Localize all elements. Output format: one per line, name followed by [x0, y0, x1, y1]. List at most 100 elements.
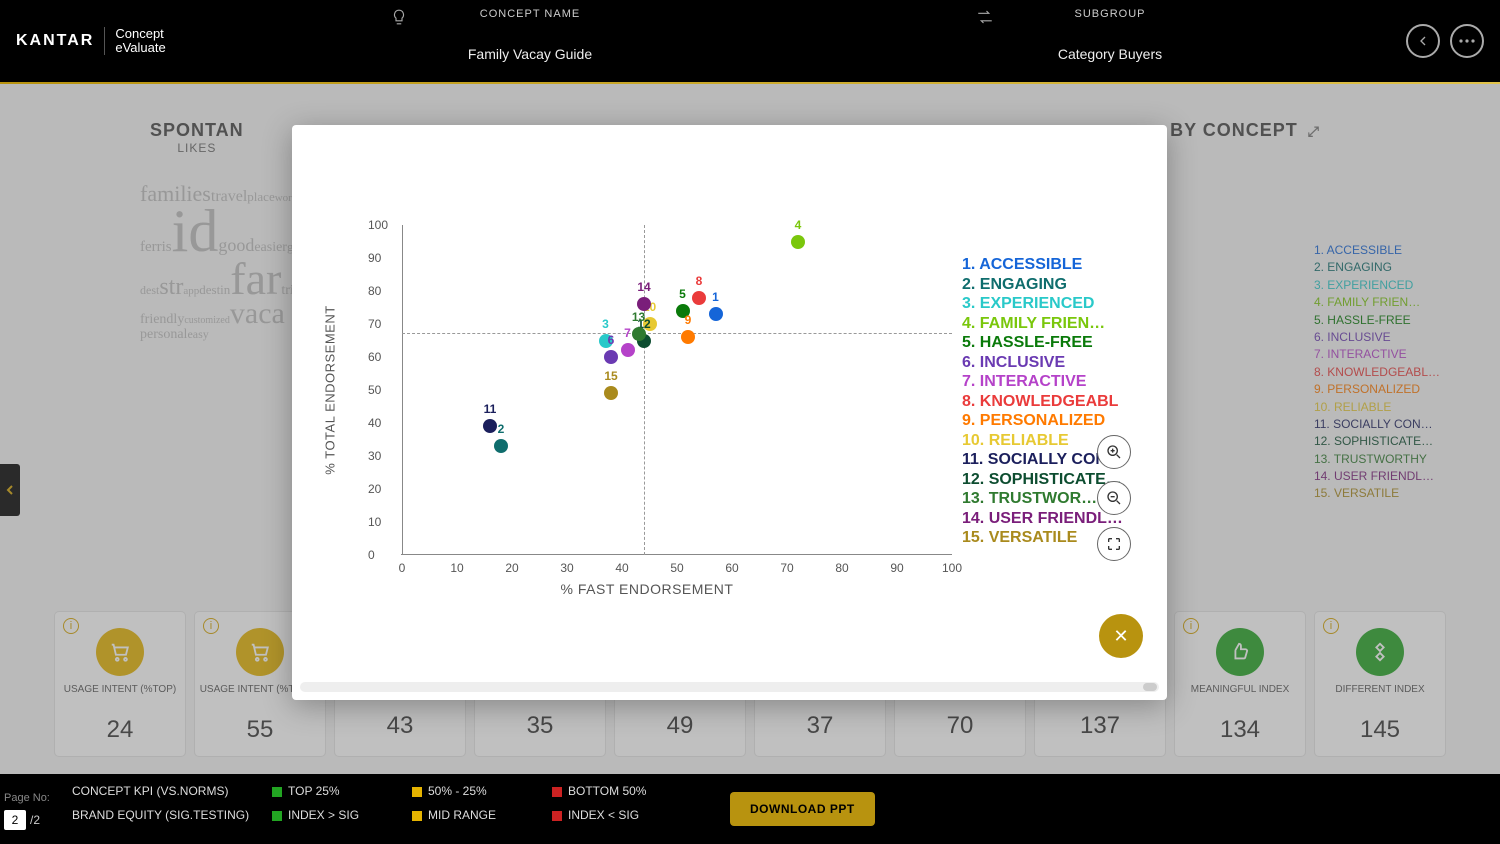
scatter-chart: % TOTAL ENDORSEMENT % FAST ENDORSEMENT 0… [342, 225, 952, 555]
x-tick: 40 [615, 561, 628, 575]
scatter-point[interactable] [621, 343, 635, 357]
scatter-point-label: 14 [637, 280, 650, 294]
scatter-point[interactable] [494, 439, 508, 453]
scatter-point[interactable] [483, 419, 497, 433]
y-tick: 60 [368, 350, 381, 364]
y-tick: 0 [368, 548, 375, 562]
x-tick: 60 [725, 561, 738, 575]
ref-line-horizontal [402, 333, 952, 334]
chart-modal: % TOTAL ENDORSEMENT % FAST ENDORSEMENT 0… [292, 125, 1167, 700]
scatter-point[interactable] [681, 330, 695, 344]
concept-label: CONCEPT NAME [380, 8, 680, 20]
subgroup-value: Category Buyers [960, 46, 1260, 62]
scatter-point-label: 5 [679, 287, 686, 301]
scatter-point[interactable] [604, 350, 618, 364]
zoom-reset-button[interactable] [1097, 527, 1131, 561]
more-button[interactable] [1450, 24, 1484, 58]
header-actions [1406, 24, 1484, 58]
x-tick: 80 [835, 561, 848, 575]
x-tick: 0 [399, 561, 406, 575]
scatter-point[interactable] [637, 297, 651, 311]
swatch-yellow-icon [412, 787, 422, 797]
foot-row1-label: CONCEPT KPI (VS.NORMS) [72, 784, 252, 798]
app-header: KANTAR Concept eValuate CONCEPT NAME Fam… [0, 0, 1500, 82]
page-total: /2 [30, 813, 40, 827]
page-current[interactable]: 2 [4, 810, 26, 830]
close-modal-button[interactable]: ✕ [1099, 614, 1143, 658]
scatter-point[interactable] [692, 291, 706, 305]
foot-row2-c: INDEX < SIG [552, 808, 672, 822]
page-no-label: Page No: [4, 792, 50, 804]
scatter-point-label: 13 [632, 310, 645, 324]
y-tick: 50 [368, 383, 381, 397]
foot-row2-a: INDEX > SIG [272, 808, 392, 822]
close-icon: ✕ [1113, 626, 1128, 647]
foot-row1-b: 50% - 25% [412, 784, 532, 798]
legend-item[interactable]: 7. INTERACTIVE [962, 372, 1123, 392]
zoom-controls [1097, 435, 1131, 561]
x-tick: 50 [670, 561, 683, 575]
legend-item[interactable]: 6. INCLUSIVE [962, 353, 1123, 373]
x-tick: 100 [942, 561, 962, 575]
foot-row2-b: MID RANGE [412, 808, 532, 822]
scatter-point[interactable] [604, 386, 618, 400]
x-tick: 10 [450, 561, 463, 575]
zoom-in-button[interactable] [1097, 435, 1131, 469]
app-footer: Page No: 2 /2 CONCEPT KPI (VS.NORMS) TOP… [0, 774, 1500, 844]
plot-area: 0102030405060708090100010203040506070809… [402, 225, 952, 555]
y-axis-line [402, 225, 403, 555]
swatch-green-icon [272, 811, 282, 821]
y-tick: 20 [368, 482, 381, 496]
y-axis-title: % TOTAL ENDORSEMENT [323, 305, 338, 474]
scatter-point[interactable] [791, 235, 805, 249]
scatter-point-label: 6 [608, 333, 615, 347]
y-tick: 30 [368, 449, 381, 463]
x-tick: 20 [505, 561, 518, 575]
modal-scrollbar[interactable] [300, 682, 1159, 692]
footer-legend-grid: CONCEPT KPI (VS.NORMS) TOP 25% 50% - 25%… [72, 784, 672, 822]
y-tick: 100 [368, 218, 388, 232]
swatch-yellow-icon [412, 811, 422, 821]
x-tick: 90 [890, 561, 903, 575]
legend-item[interactable]: 2. ENGAGING [962, 275, 1123, 295]
y-tick: 70 [368, 317, 381, 331]
x-tick: 30 [560, 561, 573, 575]
x-axis-line [401, 554, 952, 555]
swatch-green-icon [272, 787, 282, 797]
scatter-point[interactable] [632, 327, 646, 341]
scatter-point-label: 3 [602, 317, 609, 331]
x-axis-title: % FAST ENDORSEMENT [561, 581, 734, 597]
y-tick: 10 [368, 515, 381, 529]
scatter-point-label: 15 [604, 369, 617, 383]
concept-value: Family Vacay Guide [380, 46, 680, 62]
scatter-point-label: 1 [712, 290, 719, 304]
foot-row1-a: TOP 25% [272, 784, 392, 798]
concept-column[interactable]: CONCEPT NAME Family Vacay Guide [380, 8, 680, 62]
scatter-point-label: 4 [795, 218, 802, 232]
subgroup-column[interactable]: SUBGROUP Category Buyers [960, 8, 1260, 62]
brand-product: Concept eValuate [104, 27, 165, 56]
scatter-point-label: 11 [484, 402, 497, 416]
download-ppt-button[interactable]: DOWNLOAD PPT [730, 792, 875, 826]
zoom-out-button[interactable] [1097, 481, 1131, 515]
legend-item[interactable]: 8. KNOWLEDGEABL [962, 392, 1123, 412]
swatch-red-icon [552, 811, 562, 821]
subgroup-label: SUBGROUP [960, 8, 1260, 20]
foot-row2-label: BRAND EQUITY (SIG.TESTING) [72, 808, 252, 822]
legend-item[interactable]: 1. ACCESSIBLE [962, 255, 1123, 275]
brand-block: KANTAR Concept eValuate [16, 27, 166, 56]
legend-item[interactable]: 3. EXPERIENCED [962, 294, 1123, 314]
ref-line-vertical [644, 225, 645, 555]
back-button[interactable] [1406, 24, 1440, 58]
brand-product-1: Concept [115, 26, 163, 41]
legend-item[interactable]: 5. HASSLE-FREE [962, 333, 1123, 353]
y-tick: 40 [368, 416, 381, 430]
legend-item[interactable]: 4. FAMILY FRIEN… [962, 314, 1123, 334]
scatter-point[interactable] [709, 307, 723, 321]
foot-row1-c: BOTTOM 50% [552, 784, 672, 798]
swatch-red-icon [552, 787, 562, 797]
scatter-point-label: 2 [498, 422, 505, 436]
scatter-point-label: 7 [624, 326, 631, 340]
legend-item[interactable]: 9. PERSONALIZED [962, 411, 1123, 431]
scatter-point-label: 8 [696, 274, 703, 288]
